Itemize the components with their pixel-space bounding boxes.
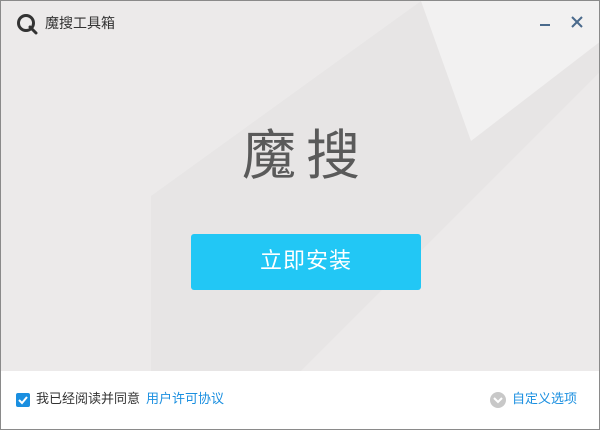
license-agreement-link[interactable]: 用户许可协议 <box>146 391 224 409</box>
checkmark-icon <box>18 396 28 405</box>
install-now-button[interactable]: 立即安装 <box>191 234 421 290</box>
brand-name: 魔搜 <box>242 124 370 187</box>
chevron-down-circle-icon <box>490 392 506 408</box>
search-q-logo-icon <box>17 14 38 35</box>
agree-checkbox[interactable] <box>16 393 30 407</box>
custom-options-label: 自定义选项 <box>512 392 578 407</box>
title-bar: 魔搜工具箱 <box>1 1 599 47</box>
footer-bar: 我已经阅读并同意 用户许可协议 自定义选项 <box>1 371 599 429</box>
close-button[interactable] <box>566 11 588 33</box>
close-icon <box>571 16 583 28</box>
app-title: 魔搜工具箱 <box>45 16 115 32</box>
installer-window: 魔搜工具箱 魔搜 立即安装 我已经阅读并同意 用户许可协议 自定义选项 <box>0 0 600 430</box>
minimize-button[interactable] <box>534 11 556 33</box>
minimize-icon <box>540 24 550 26</box>
agree-text: 我已经阅读并同意 <box>36 392 141 407</box>
